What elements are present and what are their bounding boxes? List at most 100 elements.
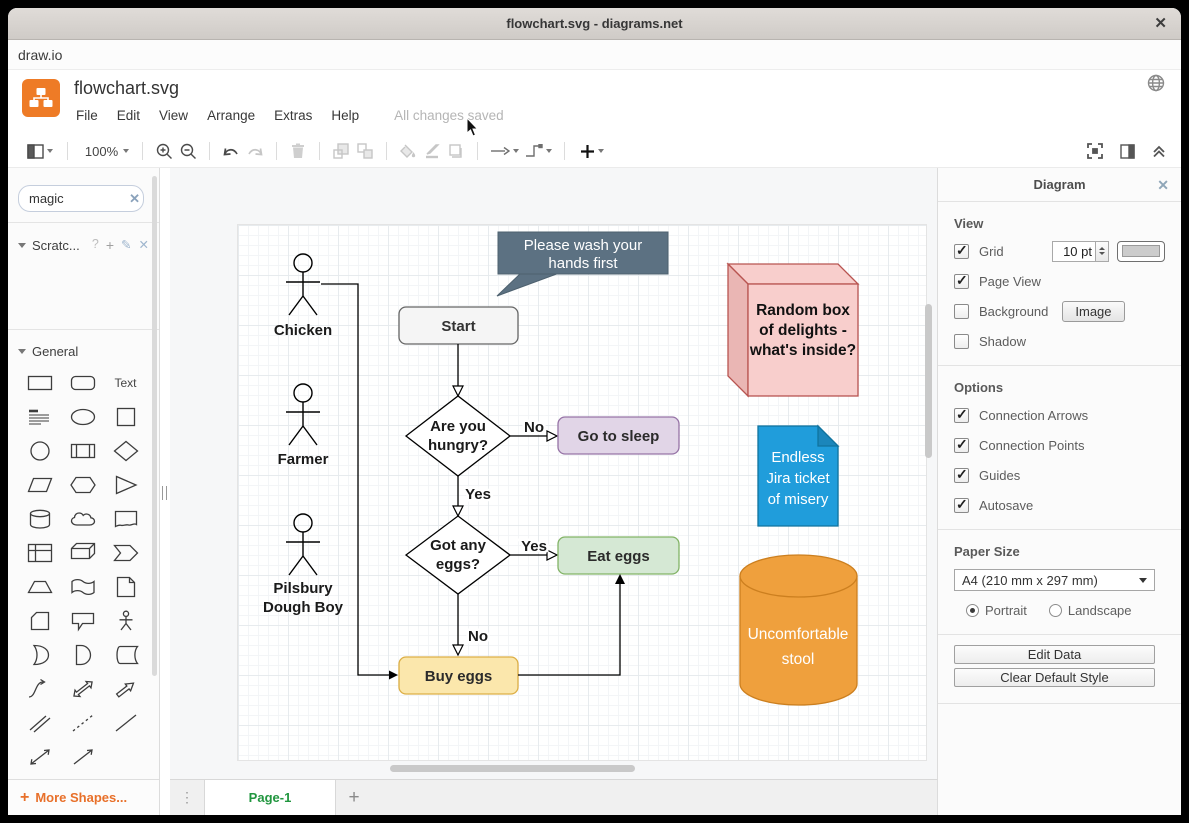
insert-button[interactable] <box>574 139 610 163</box>
paper-size-select[interactable]: A4 (210 mm x 297 mm) <box>954 569 1155 591</box>
shape-data-storage[interactable] <box>104 641 147 668</box>
portrait-radio[interactable] <box>966 604 979 617</box>
connection-style-button[interactable] <box>487 139 521 163</box>
node-start[interactable]: Start <box>399 307 518 344</box>
more-shapes-button[interactable]: + More Shapes... <box>8 779 159 815</box>
node-got-any-eggs[interactable]: Got any eggs? <box>406 516 510 594</box>
node-eat-eggs[interactable]: Eat eggs <box>558 537 679 574</box>
clear-default-style-button[interactable]: Clear Default Style <box>954 668 1155 687</box>
shape-arrow[interactable] <box>104 675 147 702</box>
shape-rectangle[interactable] <box>18 369 61 396</box>
shape-triangle[interactable] <box>104 471 147 498</box>
shape-actor[interactable] <box>104 607 147 634</box>
menu-view[interactable]: View <box>159 108 188 123</box>
node-random-box[interactable]: Random box of delights - what's inside? <box>728 264 858 396</box>
background-image-button[interactable]: Image <box>1062 301 1124 322</box>
connection-points-checkbox[interactable] <box>954 438 969 453</box>
node-speech-bubble[interactable]: Please wash your hands first <box>497 232 668 296</box>
edge-start-to-hungry[interactable] <box>453 344 463 396</box>
undo-button[interactable] <box>219 139 243 163</box>
grid-color-button[interactable] <box>1117 241 1165 262</box>
shape-circle[interactable] <box>18 437 61 464</box>
edge-no-to-buy[interactable]: No <box>453 594 488 655</box>
shape-square[interactable] <box>104 403 147 430</box>
connection-arrows-checkbox[interactable] <box>954 408 969 423</box>
clear-search-icon[interactable]: ✕ <box>129 191 140 207</box>
page-view-checkbox[interactable] <box>954 274 969 289</box>
grid-size-input[interactable] <box>1052 241 1096 262</box>
grid-checkbox[interactable] <box>954 244 969 259</box>
scratchpad-drop-area[interactable] <box>8 259 159 321</box>
shape-step[interactable] <box>104 539 147 566</box>
menu-file[interactable]: File <box>76 108 98 123</box>
node-buy-eggs[interactable]: Buy eggs <box>399 657 518 694</box>
language-globe-icon[interactable] <box>1147 74 1165 97</box>
fullscreen-button[interactable] <box>1083 139 1107 163</box>
menu-edit[interactable]: Edit <box>117 108 140 123</box>
autosave-checkbox[interactable] <box>954 498 969 513</box>
actor-pilsbury[interactable] <box>286 514 320 575</box>
zoom-out-button[interactable] <box>176 139 200 163</box>
view-panels-button[interactable] <box>22 139 58 163</box>
scratchpad-close-icon[interactable]: ✕ <box>139 237 149 253</box>
shape-internal-storage[interactable] <box>18 539 61 566</box>
menu-extras[interactable]: Extras <box>274 108 312 123</box>
shape-directional-connector[interactable] <box>61 743 104 770</box>
background-checkbox[interactable] <box>954 304 969 319</box>
edge-chicken-to-buy-eggs[interactable] <box>321 284 398 680</box>
edge-yes-to-eggs[interactable]: Yes <box>453 476 491 516</box>
node-jira-ticket[interactable]: Endless Jira ticket of misery <box>758 426 838 526</box>
node-are-you-hungry[interactable]: Are you hungry? <box>406 396 510 476</box>
canvas-vertical-scrollbar[interactable] <box>925 304 932 458</box>
delete-button[interactable] <box>286 139 310 163</box>
to-back-button[interactable] <box>353 139 377 163</box>
zoom-in-button[interactable] <box>152 139 176 163</box>
edge-buy-to-eat[interactable] <box>518 574 625 675</box>
sidebar-resize-gutter[interactable] <box>160 168 170 815</box>
zoom-level-button[interactable]: 100% <box>77 139 133 163</box>
guides-checkbox[interactable] <box>954 468 969 483</box>
shape-ellipse[interactable] <box>61 403 104 430</box>
actor-farmer[interactable] <box>286 384 320 445</box>
shape-card[interactable] <box>18 607 61 634</box>
canvas-horizontal-scrollbar[interactable] <box>390 765 635 772</box>
shape-document[interactable] <box>104 505 147 532</box>
tab-page-1[interactable]: Page-1 <box>204 780 336 815</box>
shape-cloud[interactable] <box>61 505 104 532</box>
pages-menu-icon[interactable]: ⋮ <box>170 780 204 815</box>
drawing-canvas[interactable]: Chicken Farmer Pilsbury Dough Boy Pleas <box>170 168 938 779</box>
shape-cube[interactable] <box>61 539 104 566</box>
shape-or[interactable] <box>18 641 61 668</box>
scratchpad-add-icon[interactable]: + <box>106 237 114 253</box>
shape-text[interactable]: Text <box>104 369 147 396</box>
edit-data-button[interactable]: Edit Data <box>954 645 1155 664</box>
shape-trapezoid[interactable] <box>18 573 61 600</box>
add-page-button[interactable]: + <box>336 780 372 815</box>
shape-curve[interactable] <box>18 675 61 702</box>
panel-close-icon[interactable]: ✕ <box>1157 177 1169 194</box>
scratchpad-section-header[interactable]: Scratc... ? + ✎ ✕ <box>8 231 159 259</box>
redo-button[interactable] <box>243 139 267 163</box>
menu-help[interactable]: Help <box>331 108 359 123</box>
grid-size-stepper[interactable] <box>1096 241 1109 262</box>
collapse-toolbar-button[interactable] <box>1147 139 1171 163</box>
shape-hexagon[interactable] <box>61 471 104 498</box>
to-front-button[interactable] <box>329 139 353 163</box>
shape-rounded-rectangle[interactable] <box>61 369 104 396</box>
waypoint-style-button[interactable] <box>521 139 555 163</box>
shape-diamond[interactable] <box>104 437 147 464</box>
sidebar-scrollbar[interactable] <box>152 176 157 676</box>
shadow-button[interactable] <box>444 139 468 163</box>
shadow-checkbox[interactable] <box>954 334 969 349</box>
edge-yes-to-eat[interactable]: Yes <box>510 538 557 560</box>
shape-bidirectional-arrow[interactable] <box>61 675 104 702</box>
node-uncomfortable-stool[interactable]: Uncomfortable stool <box>740 555 857 705</box>
shape-callout[interactable] <box>61 607 104 634</box>
shape-link[interactable] <box>18 709 61 736</box>
scratchpad-help-icon[interactable]: ? <box>92 237 99 253</box>
menu-arrange[interactable]: Arrange <box>207 108 255 123</box>
actor-chicken[interactable] <box>286 254 320 315</box>
shape-bidirectional-connector[interactable] <box>18 743 61 770</box>
window-close-icon[interactable]: ✕ <box>1154 15 1167 33</box>
edge-no-to-sleep[interactable]: No <box>510 419 557 441</box>
